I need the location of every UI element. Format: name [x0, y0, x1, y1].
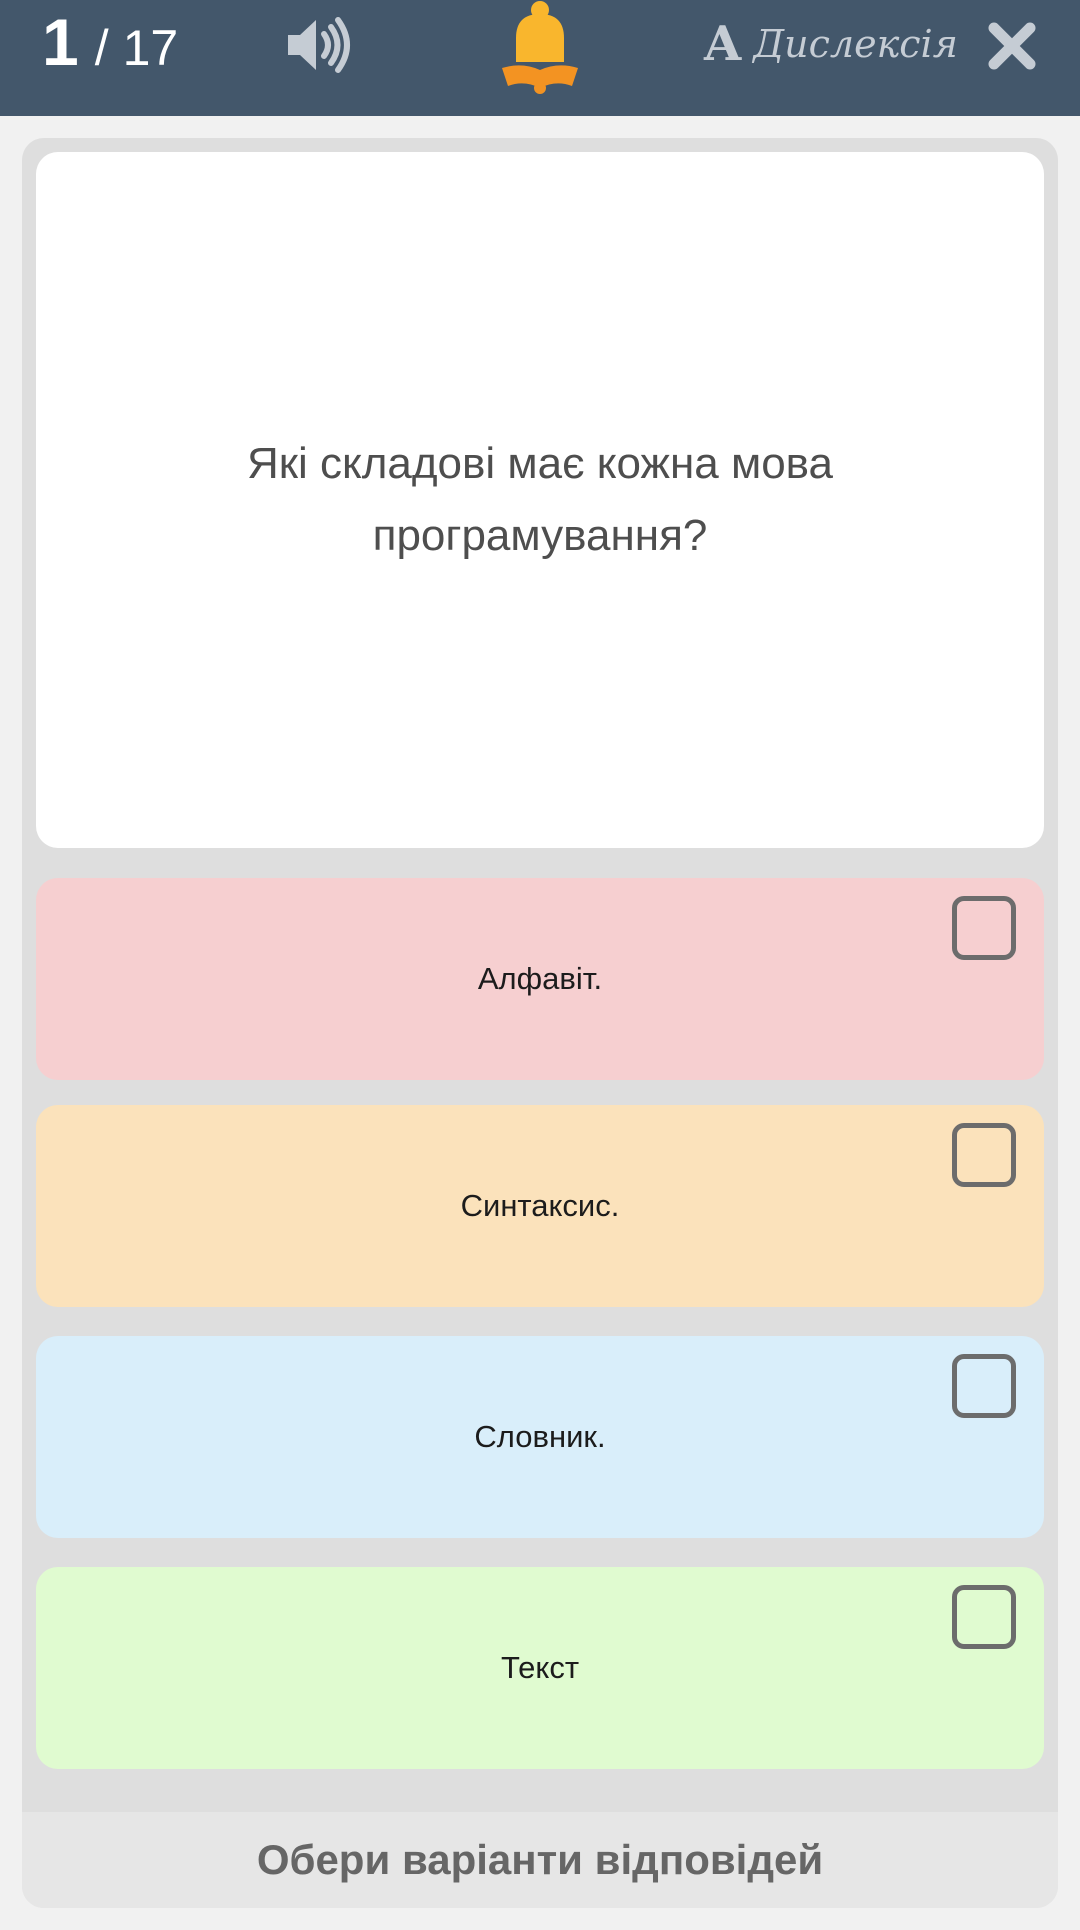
answer-option[interactable]: Текст	[36, 1567, 1044, 1769]
submit-hint-label: Обери варіанти відповідей	[256, 1836, 824, 1883]
answer-checkbox[interactable]	[952, 1123, 1016, 1187]
answer-label: Словник.	[474, 1419, 606, 1454]
answer-option[interactable]: Алфавіт.	[36, 878, 1044, 1080]
question-card: Які складові має кожна мова програмуванн…	[36, 152, 1044, 848]
top-bar: 1 / 17 A Дислексія	[0, 0, 1080, 116]
dyslexia-label: Дислексія	[753, 22, 958, 66]
submit-hint-bar[interactable]: Обери варіанти відповідей	[22, 1812, 1058, 1908]
current-question-number: 1	[42, 5, 79, 79]
answer-label: Синтаксис.	[460, 1188, 620, 1223]
answer-label: Алфавіт.	[477, 961, 603, 996]
answer-option[interactable]: Синтаксис.	[36, 1105, 1044, 1307]
answer-option[interactable]: Словник.	[36, 1336, 1044, 1538]
answer-checkbox[interactable]	[952, 1354, 1016, 1418]
question-text: Які складові має кожна мова програмуванн…	[246, 439, 834, 560]
speaker-icon[interactable]	[286, 16, 354, 74]
question-counter: 1 / 17	[42, 4, 178, 84]
answer-label: Текст	[500, 1650, 580, 1685]
answer-checkbox[interactable]	[952, 896, 1016, 960]
dyslexia-a-glyph: A	[704, 16, 742, 72]
bell-book-icon[interactable]	[498, 0, 582, 96]
counter-separator: /	[94, 20, 109, 76]
total-questions: 17	[122, 20, 179, 76]
answer-checkbox[interactable]	[952, 1585, 1016, 1649]
dyslexia-toggle[interactable]: A Дислексія	[704, 14, 958, 74]
close-icon[interactable]	[986, 20, 1038, 72]
